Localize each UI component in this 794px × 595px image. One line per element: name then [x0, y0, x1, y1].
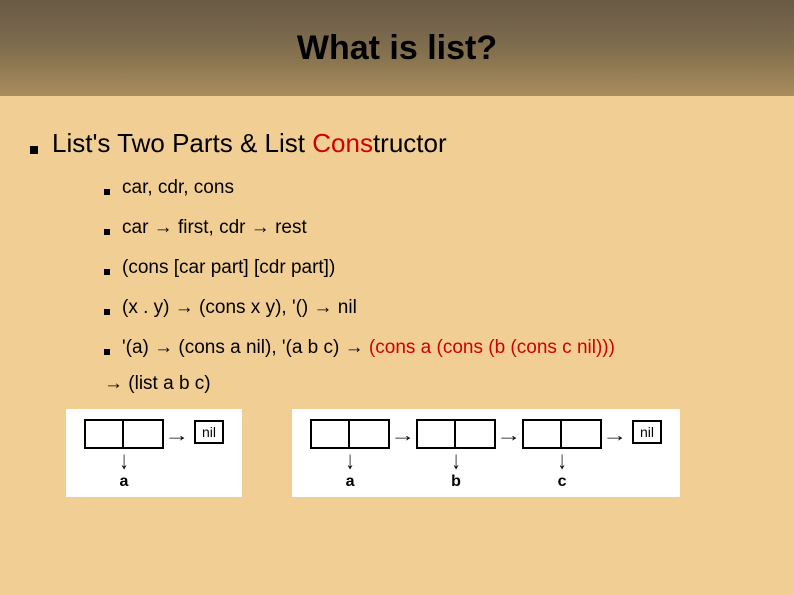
list-item: (x . y) → (cons x y), '() → nil	[104, 297, 764, 319]
list-item: car → first, cdr → rest	[104, 217, 764, 239]
cons-cell: ↓ a	[84, 419, 164, 491]
sub-bullet-list: car, cdr, cons car → first, cdr → rest (…	[104, 177, 764, 359]
slide-content: List's Two Parts & List Constructor car,…	[0, 96, 794, 497]
cdr-cell	[124, 419, 164, 449]
cdr-cell	[562, 419, 602, 449]
cell-label: c	[558, 473, 567, 491]
down-arrow-icon: ↓	[452, 447, 461, 472]
diagram-row: ↓ a → nil ↓ a → ↓ b	[66, 409, 764, 497]
heading-red: Cons	[312, 128, 373, 158]
bullet-text: car → first, cdr → rest	[122, 217, 307, 239]
cell-label: a	[346, 473, 355, 491]
cons-pair	[84, 419, 164, 449]
cons-pair	[310, 419, 390, 449]
car-cell	[416, 419, 456, 449]
list-item: (cons [car part] [cdr part])	[104, 257, 764, 279]
list-item: '(a) → (cons a nil), '(a b c) → (cons a …	[104, 337, 764, 359]
heading-part1: List's Two Parts & List	[52, 128, 312, 158]
right-arrow-icon: →	[390, 425, 415, 446]
car-cell	[522, 419, 562, 449]
bullet-icon	[104, 349, 110, 355]
bullet5-red: (cons a (cons (b (cons c nil)))	[369, 337, 615, 358]
bullet-icon	[104, 269, 110, 275]
heading-bullet: List's Two Parts & List Constructor	[30, 128, 764, 159]
bullet-text: car, cdr, cons	[122, 177, 234, 199]
bullet-text: '(a) → (cons a nil), '(a b c) → (cons a …	[122, 337, 615, 359]
cons-diagram-triple: ↓ a → ↓ b → ↓ c → nil	[292, 409, 680, 497]
bullet-text: (x . y) → (cons x y), '() → nil	[122, 297, 357, 319]
bullet5-plain: '(a) → (cons a nil), '(a b c) →	[122, 337, 369, 358]
down-arrow-icon: ↓	[558, 447, 567, 472]
car-cell	[84, 419, 124, 449]
cons-cell: ↓ c	[522, 419, 602, 491]
cons-cell: ↓ a	[310, 419, 390, 491]
right-arrow-icon: →	[164, 425, 189, 446]
bullet-icon	[104, 189, 110, 195]
bullet-icon	[104, 309, 110, 315]
list-item: car, cdr, cons	[104, 177, 764, 199]
cdr-cell	[456, 419, 496, 449]
bullet-text: (cons [car part] [cdr part])	[122, 257, 335, 279]
cell-label: a	[120, 473, 129, 491]
down-arrow-icon: ↓	[120, 447, 129, 472]
cell-label: b	[451, 473, 461, 491]
continuation-line: → (list a b c)	[104, 373, 764, 395]
nil-box: nil	[194, 420, 224, 444]
right-arrow-icon: →	[602, 425, 627, 446]
right-arrow-icon: →	[496, 425, 521, 446]
cons-cell: ↓ b	[416, 419, 496, 491]
heading-text: List's Two Parts & List Constructor	[52, 128, 447, 159]
title-bar: What is list?	[0, 0, 794, 96]
heading-part2: tructor	[373, 128, 447, 158]
cons-pair	[416, 419, 496, 449]
slide-title: What is list?	[297, 29, 497, 68]
cons-pair	[522, 419, 602, 449]
cdr-cell	[350, 419, 390, 449]
car-cell	[310, 419, 350, 449]
bullet-icon	[104, 229, 110, 235]
cons-diagram-single: ↓ a → nil	[66, 409, 242, 497]
bullet-icon	[30, 146, 38, 154]
down-arrow-icon: ↓	[346, 447, 355, 472]
nil-box: nil	[632, 420, 662, 444]
